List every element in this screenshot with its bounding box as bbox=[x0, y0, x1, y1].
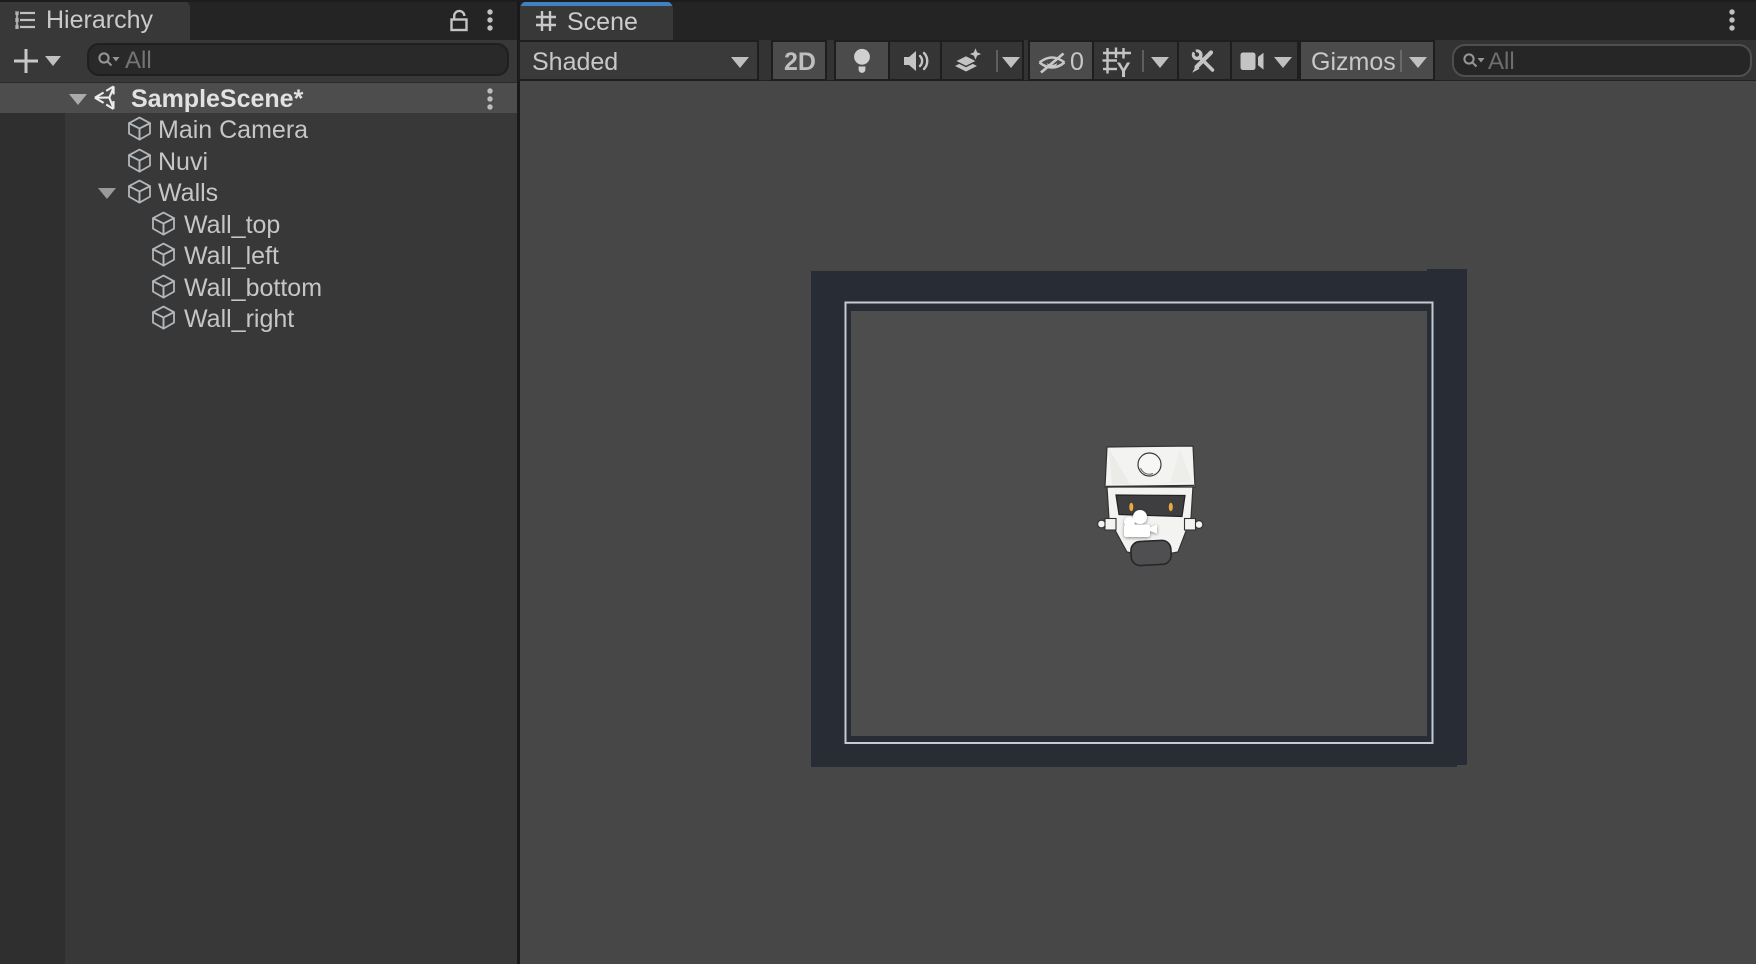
svg-text:Y: Y bbox=[1117, 59, 1131, 79]
